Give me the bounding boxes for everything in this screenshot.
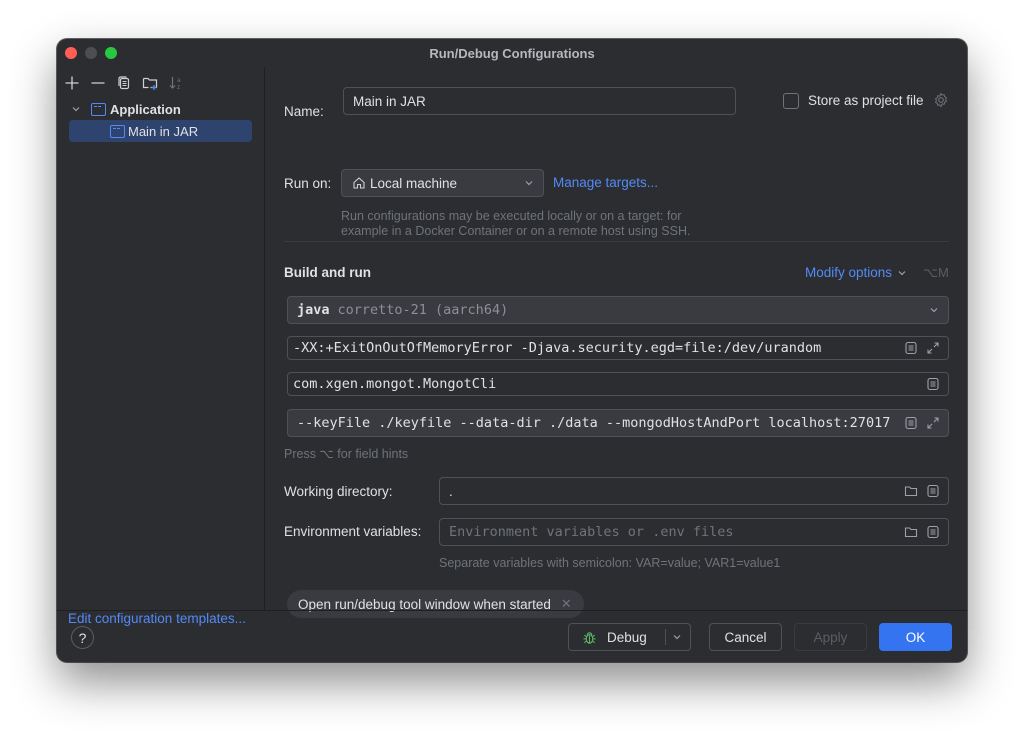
field-hints-text: Press ⌥ for field hints bbox=[284, 447, 409, 461]
split-divider bbox=[665, 629, 666, 645]
ok-button[interactable]: OK bbox=[879, 623, 952, 651]
run-on-label: Run on: bbox=[284, 176, 332, 191]
home-icon bbox=[352, 176, 366, 190]
chevron-down-icon bbox=[898, 270, 906, 275]
title-bar: Run/Debug Configurations bbox=[57, 39, 967, 67]
name-value: Main in JAR bbox=[353, 93, 426, 109]
folder-icon[interactable] bbox=[904, 525, 918, 539]
modify-options-shortcut: ⌥M bbox=[923, 265, 949, 280]
jdk-select[interactable]: java corretto-21 (aarch64) bbox=[287, 296, 949, 324]
manage-targets-link[interactable]: Manage targets... bbox=[553, 175, 658, 190]
modify-options-button[interactable]: Modify options bbox=[805, 265, 907, 280]
environment-variables-placeholder: Environment variables or .env files bbox=[449, 524, 734, 540]
folder-icon[interactable] bbox=[904, 484, 918, 498]
store-as-project-file-checkbox[interactable] bbox=[783, 93, 799, 109]
build-and-run-title: Build and run bbox=[284, 265, 371, 280]
chevron-down-icon[interactable] bbox=[672, 624, 682, 650]
configurations-sidebar: az Application Main in JAR Edit configur… bbox=[57, 67, 265, 626]
run-on-hint-line: example in a Docker Container or on a re… bbox=[341, 224, 691, 238]
run-on-hint-line: Run configurations may be executed local… bbox=[341, 209, 682, 223]
cancel-button[interactable]: Cancel bbox=[709, 623, 782, 651]
vm-options-value: -XX:+ExitOnOutOfMemoryError -Djava.secur… bbox=[293, 340, 822, 356]
configurations-tree: Application Main in JAR bbox=[57, 98, 264, 142]
gear-icon[interactable] bbox=[933, 92, 949, 111]
program-arguments-input[interactable]: --keyFile ./keyfile --data-dir ./data --… bbox=[287, 409, 949, 437]
close-window-button[interactable] bbox=[65, 47, 77, 59]
maximize-window-button[interactable] bbox=[105, 47, 117, 59]
bug-icon bbox=[582, 630, 597, 645]
name-input[interactable]: Main in JAR bbox=[343, 87, 736, 115]
debug-button[interactable]: Debug bbox=[568, 623, 691, 651]
expand-text-icon[interactable] bbox=[926, 484, 940, 498]
svg-text:z: z bbox=[177, 84, 180, 91]
apply-button[interactable]: Apply bbox=[794, 623, 867, 651]
environment-variables-input[interactable]: Environment variables or .env files bbox=[439, 518, 949, 546]
tree-item-main-in-jar[interactable]: Main in JAR bbox=[69, 120, 252, 142]
maximize-icon[interactable] bbox=[926, 341, 940, 355]
working-directory-value: . bbox=[449, 483, 453, 499]
working-directory-label: Working directory: bbox=[284, 484, 393, 499]
field-actions bbox=[904, 478, 940, 504]
tree-group-application[interactable]: Application bbox=[57, 98, 264, 120]
main-class-value: com.xgen.mongot.MongotCli bbox=[293, 376, 497, 392]
chevron-down-icon bbox=[524, 178, 534, 188]
jdk-keyword: java bbox=[297, 302, 330, 318]
help-button[interactable]: ? bbox=[71, 626, 94, 649]
program-arguments-value: --keyFile ./keyfile --data-dir ./data --… bbox=[297, 415, 891, 431]
environment-variables-label: Environment variables: bbox=[284, 524, 422, 539]
run-on-hint: Run configurations may be executed local… bbox=[341, 209, 690, 239]
minimize-window-button[interactable] bbox=[85, 47, 97, 59]
sidebar-toolbar: az bbox=[61, 71, 187, 95]
window-title: Run/Debug Configurations bbox=[429, 45, 595, 61]
svg-text:a: a bbox=[177, 77, 181, 84]
working-directory-input[interactable]: . bbox=[439, 477, 949, 505]
chevron-down-icon bbox=[929, 305, 939, 315]
minus-icon bbox=[91, 82, 105, 84]
run-debug-configurations-dialog: Run/Debug Configurations az Application … bbox=[57, 39, 967, 662]
copy-icon bbox=[118, 76, 130, 90]
debug-label: Debug bbox=[607, 629, 647, 645]
expand-text-icon[interactable] bbox=[904, 416, 918, 430]
field-actions bbox=[904, 337, 940, 359]
application-icon bbox=[91, 102, 106, 116]
application-icon bbox=[110, 124, 125, 138]
run-on-value: Local machine bbox=[370, 175, 458, 191]
plus-icon bbox=[65, 76, 79, 90]
run-on-select[interactable]: Local machine bbox=[341, 169, 544, 197]
remove-configuration-button[interactable] bbox=[87, 72, 109, 94]
browse-class-icon[interactable] bbox=[926, 377, 940, 391]
configuration-form: Name: Main in JAR Store as project file … bbox=[266, 67, 967, 618]
tree-group-label: Application bbox=[110, 101, 181, 117]
expand-text-icon[interactable] bbox=[926, 525, 940, 539]
expand-text-icon[interactable] bbox=[904, 341, 918, 355]
maximize-icon[interactable] bbox=[926, 416, 940, 430]
sort-alpha-icon: az bbox=[169, 77, 181, 91]
jdk-value: corretto-21 (aarch64) bbox=[337, 302, 509, 318]
field-actions bbox=[904, 410, 940, 436]
folder-add-icon bbox=[142, 77, 158, 90]
environment-variables-hint: Separate variables with semicolon: VAR=v… bbox=[439, 556, 781, 570]
store-as-project-file-label: Store as project file bbox=[808, 93, 924, 108]
copy-configuration-button[interactable] bbox=[113, 72, 135, 94]
field-actions bbox=[926, 373, 940, 395]
dialog-footer: ? Debug Cancel Apply OK bbox=[57, 610, 967, 662]
new-folder-button[interactable] bbox=[139, 72, 161, 94]
section-divider bbox=[284, 241, 949, 242]
chevron-down-icon[interactable] bbox=[71, 104, 85, 114]
window-controls bbox=[65, 47, 117, 59]
add-configuration-button[interactable] bbox=[61, 72, 83, 94]
modify-options-label: Modify options bbox=[805, 265, 893, 280]
sort-configurations-button[interactable]: az bbox=[165, 72, 187, 94]
name-label: Name: bbox=[284, 104, 324, 119]
main-class-input[interactable]: com.xgen.mongot.MongotCli bbox=[287, 372, 949, 396]
field-actions bbox=[904, 519, 940, 545]
vm-options-input[interactable]: -XX:+ExitOnOutOfMemoryError -Djava.secur… bbox=[287, 336, 949, 360]
tree-item-label: Main in JAR bbox=[128, 123, 199, 139]
